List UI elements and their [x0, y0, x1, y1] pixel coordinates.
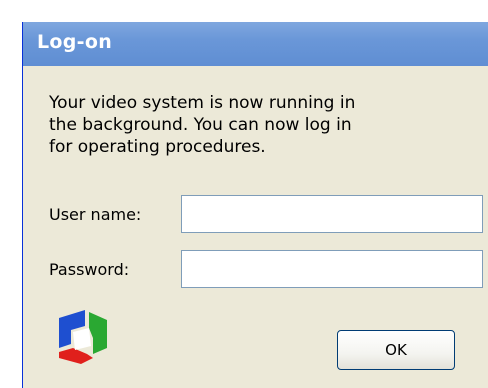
info-message: Your video system is now running in the …: [49, 92, 449, 158]
message-line: Your video system is now running in: [49, 93, 356, 113]
password-label: Password:: [49, 260, 130, 279]
message-line: the background. You can now log in: [49, 115, 352, 135]
window-title: Log-on: [37, 31, 113, 53]
password-input[interactable]: [181, 250, 483, 288]
title-bar[interactable]: Log-on: [23, 22, 488, 66]
logon-dialog: Log-on Your video system is now running …: [22, 22, 488, 388]
username-input[interactable]: [181, 195, 483, 233]
message-line: for operating procedures.: [49, 137, 266, 157]
ok-button[interactable]: OK: [337, 330, 455, 370]
username-label: User name:: [49, 205, 142, 224]
colored-cube-logo-icon: [53, 308, 111, 366]
